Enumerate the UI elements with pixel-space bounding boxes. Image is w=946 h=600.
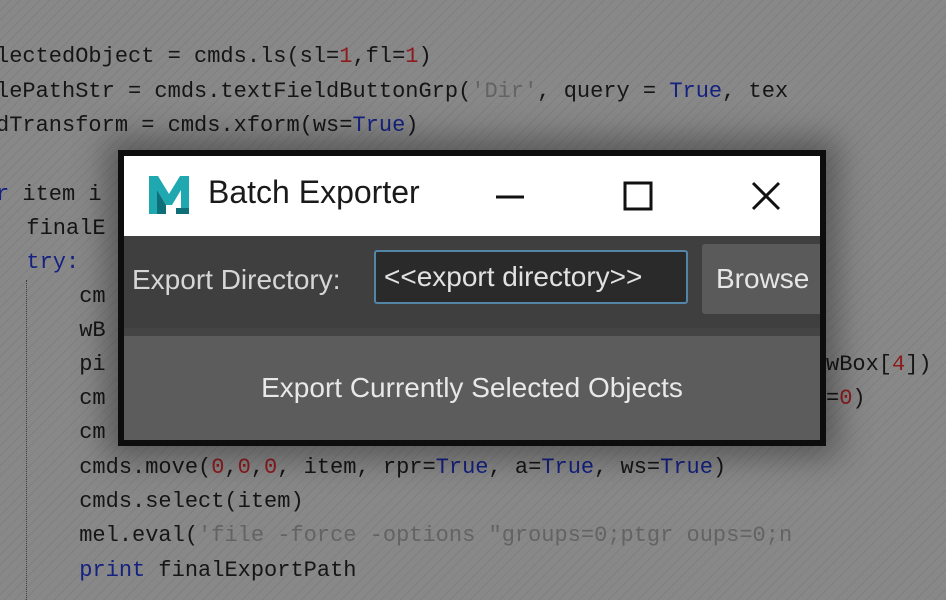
- code-line: try:: [0, 250, 80, 275]
- browse-button[interactable]: Browse: [702, 244, 820, 314]
- code-line: wBox[4]): [826, 352, 932, 377]
- code-line: cm: [0, 386, 106, 411]
- window-content: Export Directory: Browse Export Currentl…: [124, 236, 820, 440]
- minimize-button[interactable]: [480, 170, 540, 222]
- code-line: mel.eval('file -force -options "groups=0…: [0, 523, 793, 548]
- code-line: - -: [0, 0, 146, 14]
- code-line: cmds.move(0,0,0, item, rpr=True, a=True,…: [0, 455, 727, 480]
- code-line: dTransform = cmds.xform(ws=True): [0, 113, 419, 138]
- code-line: cm: [0, 420, 106, 445]
- export-directory-row: Export Directory: Browse: [124, 236, 820, 328]
- maximize-button[interactable]: [608, 170, 668, 222]
- code-line: cmds.select(item): [0, 489, 304, 514]
- code-line: pi: [0, 352, 106, 377]
- code-line: cm: [0, 284, 106, 309]
- maximize-icon: [623, 181, 653, 211]
- indent-guide: [26, 280, 28, 600]
- code-line: print finalExportPath: [0, 558, 357, 583]
- window-titlebar[interactable]: Batch Exporter: [124, 156, 820, 236]
- batch-exporter-window: Batch Exporter Export Directory: Browse …: [118, 150, 826, 446]
- export-directory-label: Export Directory:: [132, 264, 341, 295]
- maya-logo-icon: [146, 172, 192, 218]
- code-line: =0): [826, 386, 866, 411]
- code-line: lectedObject = cmds.ls(sl=1,fl=1): [0, 44, 432, 69]
- code-line: wB: [0, 318, 106, 343]
- export-directory-input[interactable]: [374, 250, 688, 304]
- code-line: lePathStr = cmds.textFieldButtonGrp('Dir…: [0, 79, 789, 104]
- code-line: r item i: [0, 182, 102, 207]
- minimize-icon: [496, 195, 524, 199]
- code-line: finalE: [0, 216, 106, 241]
- export-selected-button[interactable]: Export Currently Selected Objects: [124, 336, 820, 440]
- window-title: Batch Exporter: [208, 174, 420, 210]
- close-button[interactable]: [736, 170, 796, 222]
- close-icon: [751, 181, 781, 211]
